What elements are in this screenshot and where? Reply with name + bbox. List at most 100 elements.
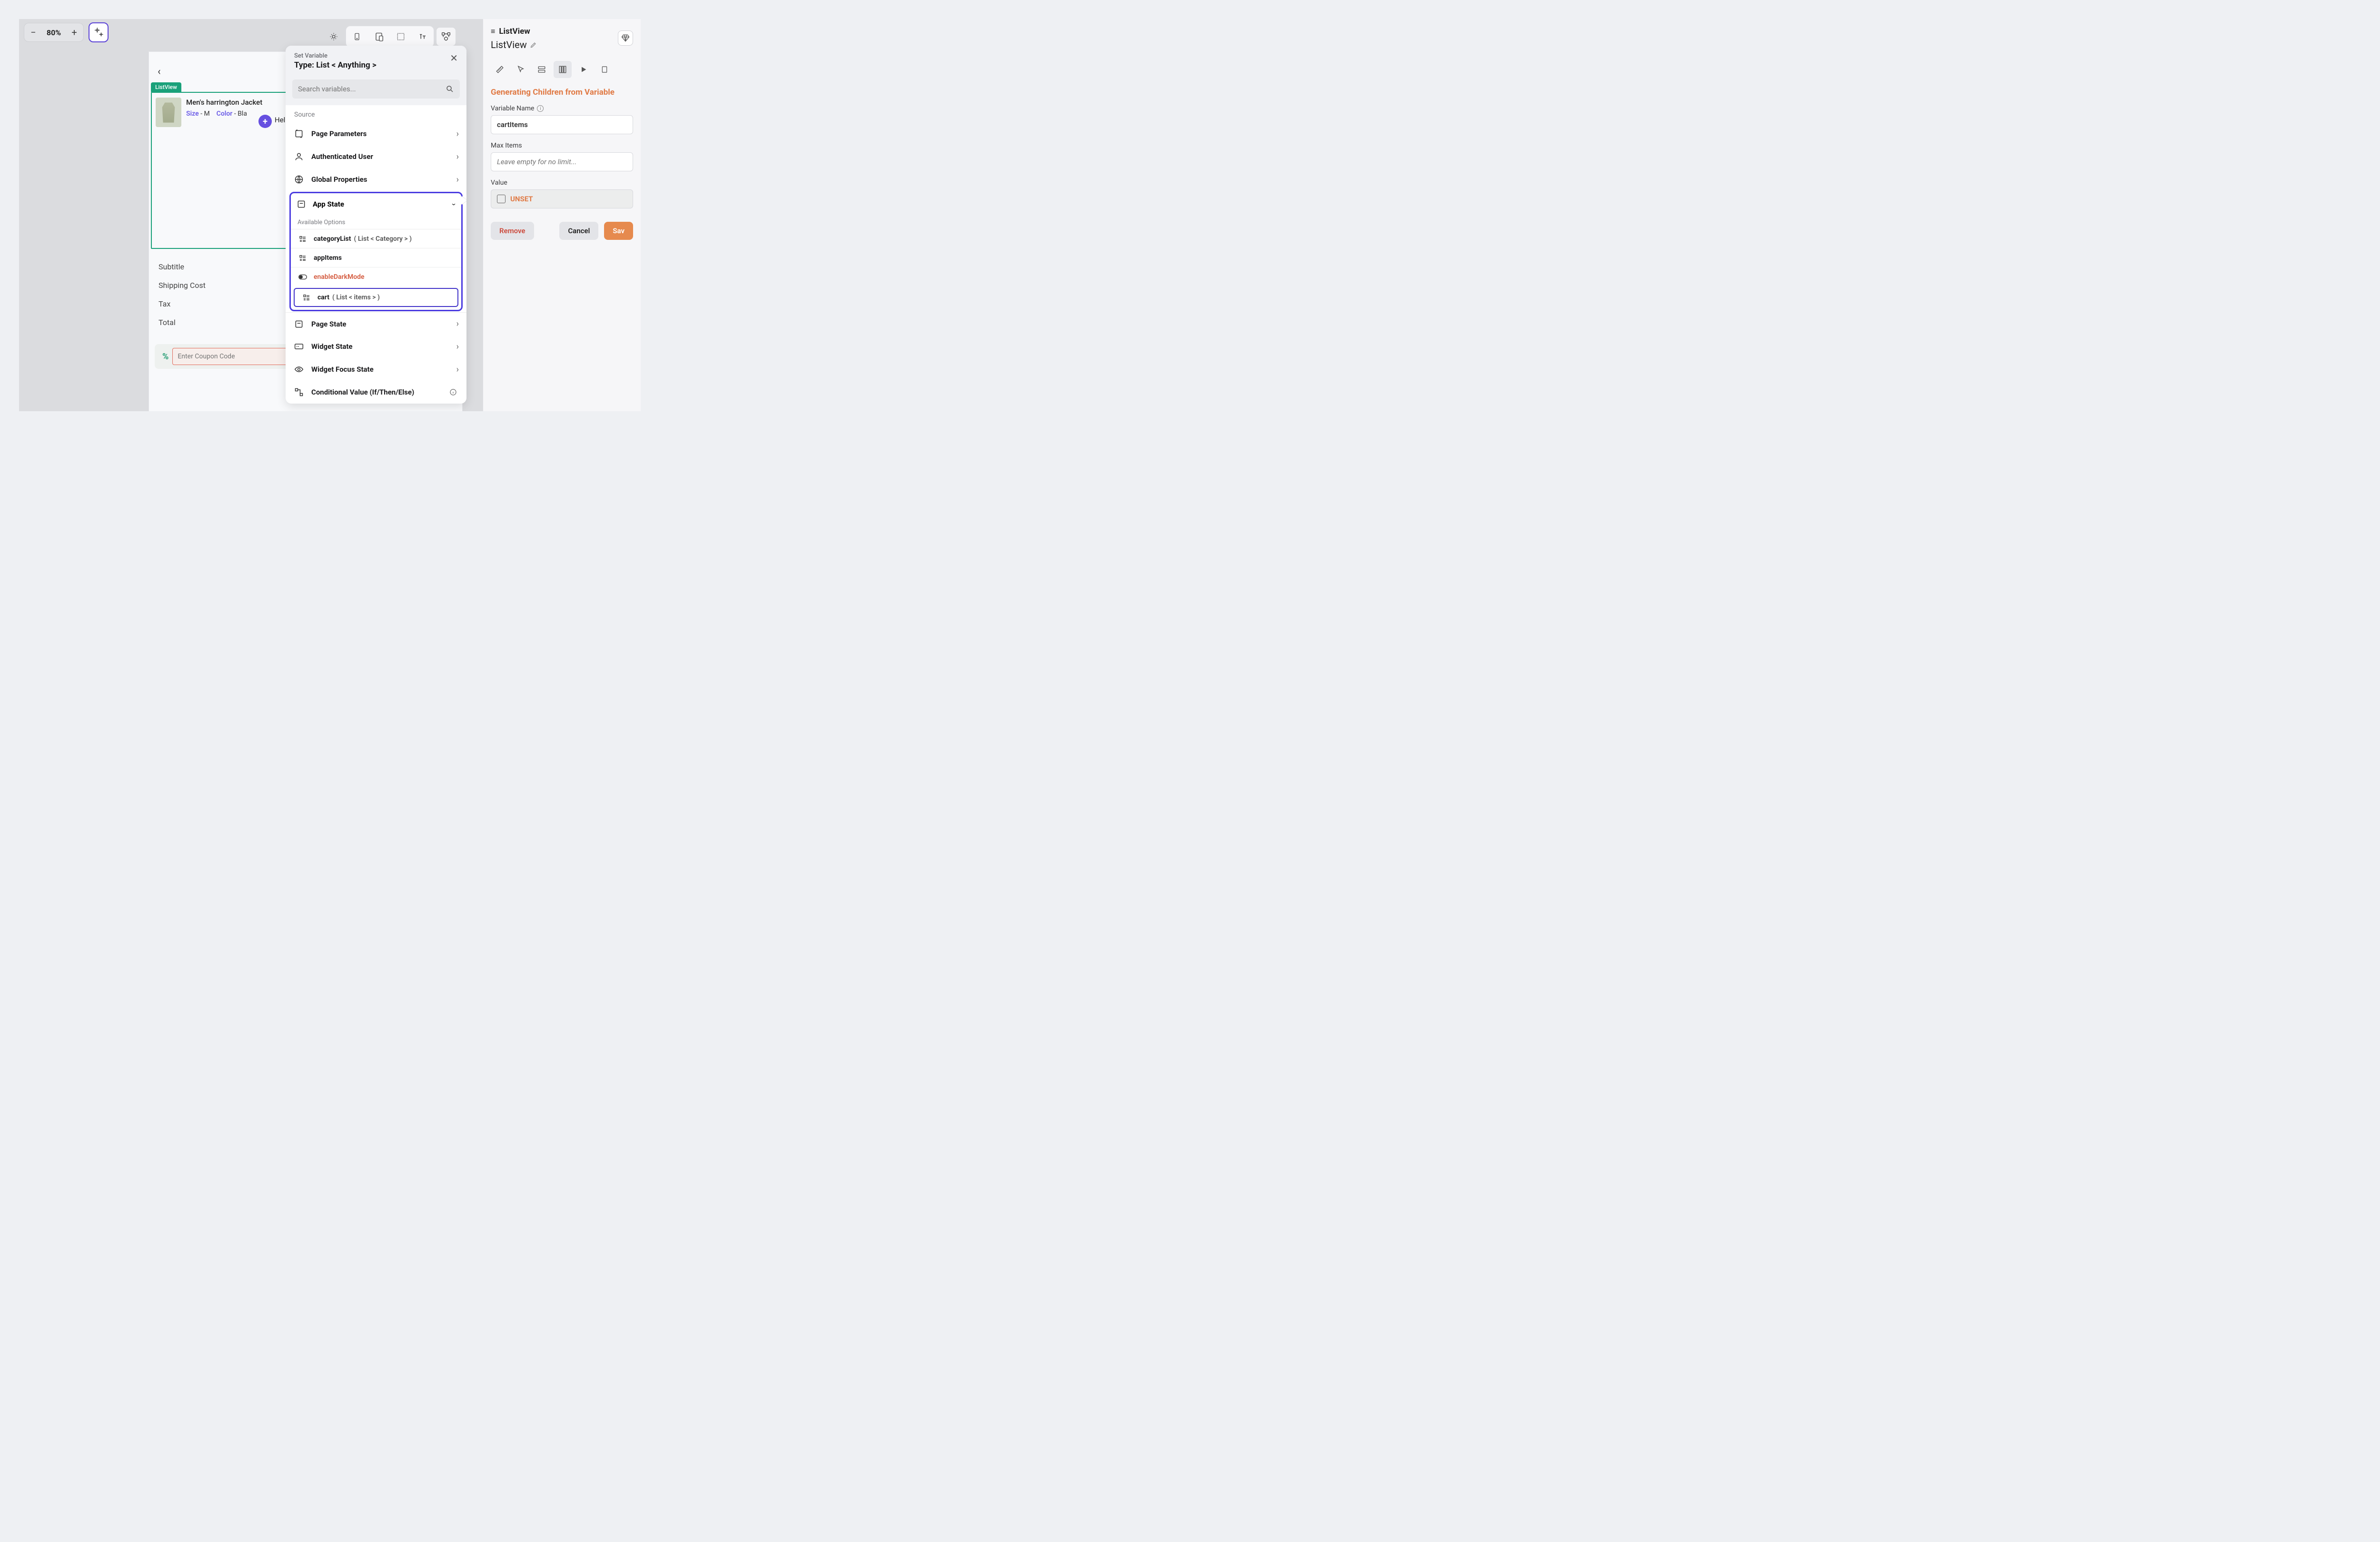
- text-icon: [418, 32, 427, 41]
- app-state-expanded: App State › Available Options categoryLi…: [289, 192, 463, 311]
- max-items-label: Max Items: [491, 142, 633, 149]
- toggle-icon: [298, 272, 308, 282]
- source-auth-user[interactable]: Authenticated User ›: [286, 145, 466, 168]
- source-app-state[interactable]: App State ›: [291, 193, 461, 215]
- source-list: Page Parameters › Authenticated User › G…: [286, 122, 466, 404]
- search-box[interactable]: [292, 79, 460, 99]
- phone-icon: [353, 32, 361, 41]
- source-widget-state[interactable]: Widget State ›: [286, 335, 466, 358]
- source-label: Source: [286, 105, 466, 122]
- widget-name: ListView: [491, 39, 527, 50]
- popup-header: Set Variable Type: List < Anything > ✕: [286, 46, 466, 75]
- value-label: Value: [491, 179, 633, 187]
- option-cart[interactable]: cart ( List < items > ): [294, 288, 458, 307]
- text-size-button[interactable]: [413, 27, 433, 46]
- branch-icon: [293, 386, 305, 398]
- diamond-icon: [621, 34, 630, 42]
- value-field[interactable]: UNSET: [491, 189, 633, 208]
- tab-actions[interactable]: [512, 61, 530, 78]
- chevron-right-icon: ›: [456, 175, 459, 185]
- sparkle-icon: [93, 27, 104, 38]
- light-mode-button[interactable]: [324, 27, 344, 46]
- option-appitems[interactable]: appItems: [291, 248, 461, 267]
- item-thumbnail: [156, 98, 181, 127]
- properties-panel: ≡ ListView ListView Generating Children …: [483, 19, 641, 411]
- builder-settings-button[interactable]: [436, 27, 456, 46]
- breadcrumb[interactable]: ≡ ListView: [491, 27, 633, 36]
- panel-toolbar: [491, 61, 633, 78]
- list-icon: [298, 234, 308, 244]
- tab-more[interactable]: [595, 61, 614, 78]
- tab-style[interactable]: [491, 61, 509, 78]
- app-state-options: categoryList ( List < Category > ) appIt…: [291, 229, 461, 307]
- available-options-label: Available Options: [291, 215, 461, 229]
- zoom-in-button[interactable]: +: [67, 25, 81, 40]
- sun-icon: [329, 32, 338, 41]
- tab-animations[interactable]: [575, 61, 593, 78]
- flow-gear-icon: [441, 32, 451, 41]
- search-icon: [446, 85, 454, 93]
- zoom-group: − 80% +: [24, 23, 84, 42]
- popup-title: Type: List < Anything >: [294, 60, 377, 70]
- cursor-icon: [516, 65, 525, 74]
- grid-button[interactable]: [391, 27, 411, 46]
- play-icon: [580, 66, 587, 73]
- listview-tag: ListView: [151, 82, 181, 92]
- source-conditional[interactable]: Conditional Value (If/Then/Else): [286, 381, 466, 404]
- chevron-down-icon: ›: [450, 203, 459, 206]
- user-icon: [293, 151, 305, 162]
- generating-title: Generating Children from Variable: [491, 88, 633, 97]
- zoom-out-button[interactable]: −: [26, 25, 40, 40]
- info-icon: [447, 386, 459, 398]
- search-wrap: [286, 75, 466, 105]
- page-params-icon: [293, 128, 305, 139]
- remove-button[interactable]: Remove: [491, 222, 534, 240]
- variable-name-label: Variable Name i: [491, 105, 633, 112]
- app-state-icon: [297, 199, 306, 209]
- variable-name-input[interactable]: [491, 115, 633, 134]
- chevron-right-icon: ›: [456, 342, 459, 352]
- search-input[interactable]: [298, 85, 446, 93]
- button-row: Remove Cancel Sav: [491, 222, 633, 240]
- chevron-right-icon: ›: [456, 319, 459, 329]
- edit-name-icon[interactable]: [530, 41, 537, 49]
- source-global-props[interactable]: Global Properties ›: [286, 168, 466, 191]
- columns-icon: [558, 65, 567, 74]
- zoom-level: 80%: [41, 28, 66, 37]
- hamburger-icon: ≡: [491, 27, 495, 36]
- option-enabledarkmode[interactable]: enableDarkMode: [291, 267, 461, 286]
- set-variable-popup: Set Variable Type: List < Anything > ✕ S…: [286, 46, 466, 404]
- device-toolbar: [324, 26, 456, 48]
- doc-icon: [601, 65, 608, 74]
- tab-generate[interactable]: [554, 61, 572, 78]
- page-state-icon: [293, 318, 305, 330]
- tab-backend[interactable]: [533, 61, 551, 78]
- tablet-icon: [375, 32, 383, 41]
- value-icon: [497, 195, 506, 203]
- back-icon[interactable]: ‹: [158, 66, 161, 78]
- source-page-parameters[interactable]: Page Parameters ›: [286, 122, 466, 145]
- mobile-device-button[interactable]: [347, 27, 367, 46]
- chevron-right-icon: ›: [456, 129, 459, 139]
- eye-icon: [293, 364, 305, 375]
- info-icon[interactable]: i: [537, 105, 544, 112]
- list-icon: [298, 253, 308, 263]
- value-unset: UNSET: [510, 195, 533, 203]
- option-categorylist[interactable]: categoryList ( List < Category > ): [291, 229, 461, 248]
- source-widget-focus[interactable]: Widget Focus State ›: [286, 358, 466, 381]
- chevron-right-icon: ›: [456, 365, 459, 375]
- max-items-input[interactable]: [491, 152, 633, 171]
- popup-subtitle: Set Variable: [294, 52, 377, 59]
- app-frame: − 80% +: [19, 19, 641, 411]
- source-page-state[interactable]: Page State ›: [286, 312, 466, 335]
- server-icon: [537, 65, 546, 74]
- cancel-button[interactable]: Cancel: [559, 222, 598, 240]
- ai-assist-button[interactable]: [89, 22, 109, 42]
- tablet-device-button[interactable]: [369, 27, 389, 46]
- save-button[interactable]: Sav: [604, 222, 633, 240]
- diamond-button[interactable]: [618, 30, 633, 46]
- fab-plus-icon[interactable]: +: [258, 115, 272, 128]
- widget-name-row: ListView: [491, 39, 633, 50]
- close-icon[interactable]: ✕: [450, 52, 458, 64]
- chevron-right-icon: ›: [456, 152, 459, 162]
